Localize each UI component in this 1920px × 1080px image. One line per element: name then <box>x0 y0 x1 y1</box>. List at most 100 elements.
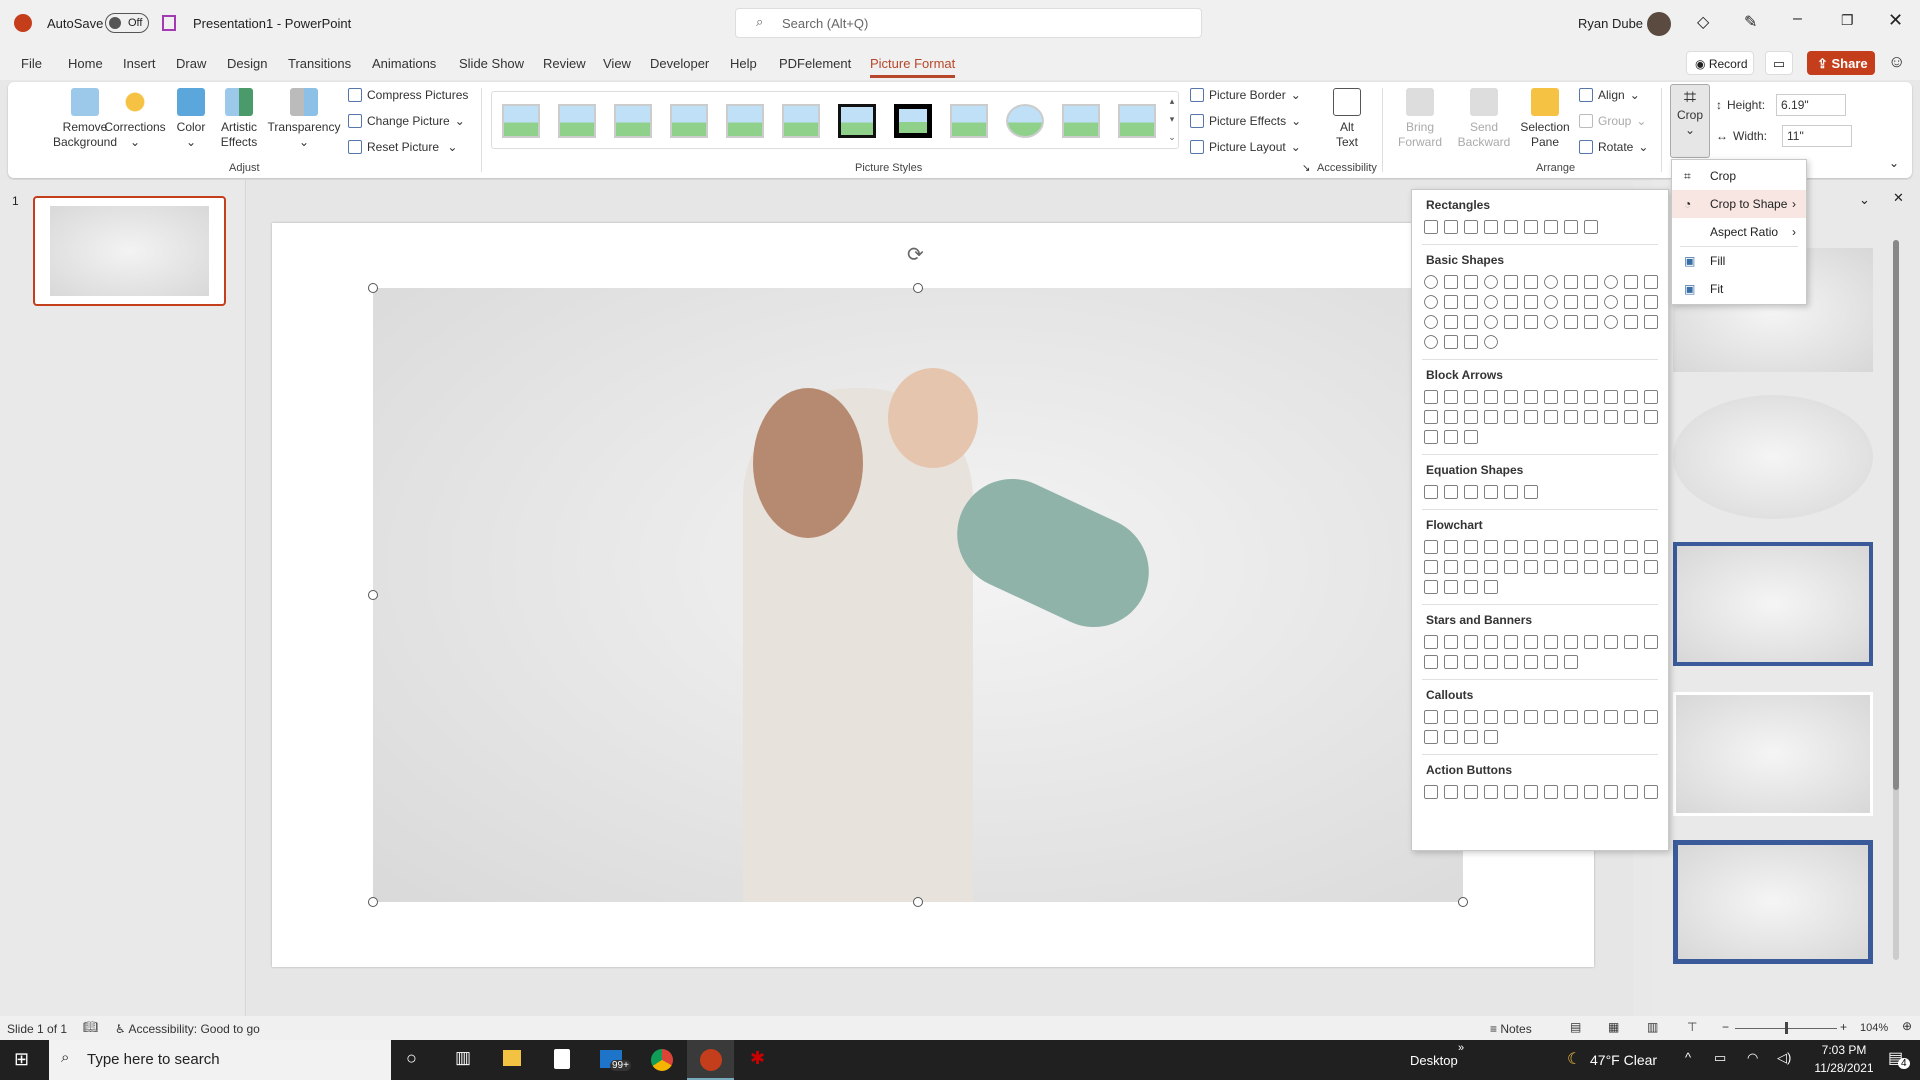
user-name[interactable]: Ryan Dube <box>1578 16 1643 31</box>
shape-option-icon[interactable] <box>1584 785 1598 799</box>
shape-option-icon[interactable] <box>1424 390 1438 404</box>
shape-option-icon[interactable] <box>1424 560 1438 574</box>
shape-option-icon[interactable] <box>1464 785 1478 799</box>
selected-picture[interactable] <box>373 288 1463 902</box>
shape-option-icon[interactable] <box>1604 560 1618 574</box>
shape-option-icon[interactable] <box>1604 410 1618 424</box>
artistic-effects-button[interactable]: Artistic Effects <box>213 88 265 150</box>
shape-option-icon[interactable] <box>1504 560 1518 574</box>
shape-option-icon[interactable] <box>1524 275 1538 289</box>
align-button[interactable]: Align ⌄ <box>1579 88 1640 102</box>
resize-handle[interactable] <box>368 283 378 293</box>
shape-option-icon[interactable] <box>1444 335 1458 349</box>
shape-option-icon[interactable] <box>1544 275 1558 289</box>
shape-option-icon[interactable] <box>1504 485 1518 499</box>
picture-style-option[interactable] <box>782 104 820 138</box>
shape-option-icon[interactable] <box>1424 295 1438 309</box>
shape-option-icon[interactable] <box>1504 655 1518 669</box>
picture-effects-button[interactable]: Picture Effects ⌄ <box>1190 114 1301 128</box>
tab-draw[interactable]: Draw <box>176 56 206 71</box>
reading-view-icon[interactable]: ▥ <box>1647 1020 1658 1034</box>
shape-option-icon[interactable] <box>1444 275 1458 289</box>
shape-option-icon[interactable] <box>1444 540 1458 554</box>
shape-option-icon[interactable] <box>1484 315 1498 329</box>
cortana-icon[interactable]: ○ <box>406 1048 417 1069</box>
shape-option-icon[interactable] <box>1524 560 1538 574</box>
shape-option-icon[interactable] <box>1564 390 1578 404</box>
shape-option-icon[interactable] <box>1484 540 1498 554</box>
transparency-button[interactable]: Transparency ⌄ <box>267 88 341 150</box>
weather-text[interactable]: 47°F Clear <box>1590 1052 1657 1068</box>
style-preview[interactable] <box>1673 542 1873 666</box>
shape-option-icon[interactable] <box>1444 410 1458 424</box>
height-input[interactable]: 6.19" <box>1776 94 1847 116</box>
menu-item-fit[interactable]: ▣ Fit <box>1672 275 1806 303</box>
task-view-icon[interactable]: ▥ <box>455 1048 471 1068</box>
shape-option-icon[interactable] <box>1564 635 1578 649</box>
shape-option-icon[interactable] <box>1424 485 1438 499</box>
rotate-button[interactable]: Rotate ⌄ <box>1579 140 1648 154</box>
tab-home[interactable]: Home <box>68 56 103 71</box>
shape-option-icon[interactable] <box>1524 410 1538 424</box>
resize-handle[interactable] <box>368 897 378 907</box>
shape-option-icon[interactable] <box>1484 275 1498 289</box>
normal-view-icon[interactable]: ▤ <box>1570 1020 1581 1034</box>
shape-option-icon[interactable] <box>1584 410 1598 424</box>
shape-option-icon[interactable] <box>1484 220 1498 234</box>
shape-option-icon[interactable] <box>1644 410 1658 424</box>
tab-pdfelement[interactable]: PDFelement <box>779 56 851 71</box>
shape-option-icon[interactable] <box>1504 220 1518 234</box>
shape-option-icon[interactable] <box>1524 390 1538 404</box>
show-hidden-icons-icon[interactable]: ^ <box>1685 1050 1691 1065</box>
shape-option-icon[interactable] <box>1584 560 1598 574</box>
shape-option-icon[interactable] <box>1444 430 1458 444</box>
dialog-launcher-icon[interactable]: ↘ <box>1302 163 1310 174</box>
shape-option-icon[interactable] <box>1464 410 1478 424</box>
width-input[interactable]: 11" <box>1782 125 1853 147</box>
shape-option-icon[interactable] <box>1644 635 1658 649</box>
shape-option-icon[interactable] <box>1484 335 1498 349</box>
shape-option-icon[interactable] <box>1584 295 1598 309</box>
shape-option-icon[interactable] <box>1504 315 1518 329</box>
shape-option-icon[interactable] <box>1524 785 1538 799</box>
shape-option-icon[interactable] <box>1504 785 1518 799</box>
notes-button[interactable]: ≡ Notes <box>1490 1022 1532 1036</box>
picture-style-option[interactable] <box>950 104 988 138</box>
shape-option-icon[interactable] <box>1604 315 1618 329</box>
shape-option-icon[interactable] <box>1444 785 1458 799</box>
app-icon[interactable]: ✱ <box>750 1048 765 1069</box>
shape-option-icon[interactable] <box>1544 560 1558 574</box>
picture-style-option[interactable] <box>502 104 540 138</box>
share-button[interactable]: ⇪ Share <box>1807 51 1875 75</box>
shape-option-icon[interactable] <box>1624 315 1638 329</box>
shape-option-icon[interactable] <box>1544 710 1558 724</box>
shape-option-icon[interactable] <box>1424 580 1438 594</box>
shape-option-icon[interactable] <box>1544 390 1558 404</box>
pane-scrollbar[interactable] <box>1893 240 1899 960</box>
shape-option-icon[interactable] <box>1504 710 1518 724</box>
picture-border-button[interactable]: Picture Border ⌄ <box>1190 88 1301 102</box>
slideshow-icon[interactable]: ⊤ <box>1687 1020 1697 1034</box>
picture-style-option[interactable] <box>614 104 652 138</box>
shape-option-icon[interactable] <box>1424 655 1438 669</box>
shape-option-icon[interactable] <box>1444 390 1458 404</box>
volume-icon[interactable]: ◁) <box>1777 1050 1791 1066</box>
shape-option-icon[interactable] <box>1424 220 1438 234</box>
pen-icon[interactable]: ✎ <box>1744 12 1757 32</box>
shape-option-icon[interactable] <box>1644 560 1658 574</box>
tab-transitions[interactable]: Transitions <box>288 56 351 71</box>
shape-option-icon[interactable] <box>1544 635 1558 649</box>
shape-option-icon[interactable] <box>1424 730 1438 744</box>
shape-option-icon[interactable] <box>1604 275 1618 289</box>
clock-date[interactable]: 11/28/2021 <box>1811 1061 1877 1075</box>
desktop-toolbar[interactable]: Desktop <box>1410 1053 1458 1068</box>
tab-review[interactable]: Review <box>543 56 586 71</box>
shape-option-icon[interactable] <box>1604 785 1618 799</box>
shape-option-icon[interactable] <box>1464 390 1478 404</box>
shape-option-icon[interactable] <box>1564 540 1578 554</box>
shape-option-icon[interactable] <box>1644 275 1658 289</box>
picture-style-option[interactable] <box>558 104 596 138</box>
restore-icon[interactable]: ❐ <box>1841 12 1854 29</box>
shape-option-icon[interactable] <box>1424 635 1438 649</box>
shape-option-icon[interactable] <box>1544 315 1558 329</box>
